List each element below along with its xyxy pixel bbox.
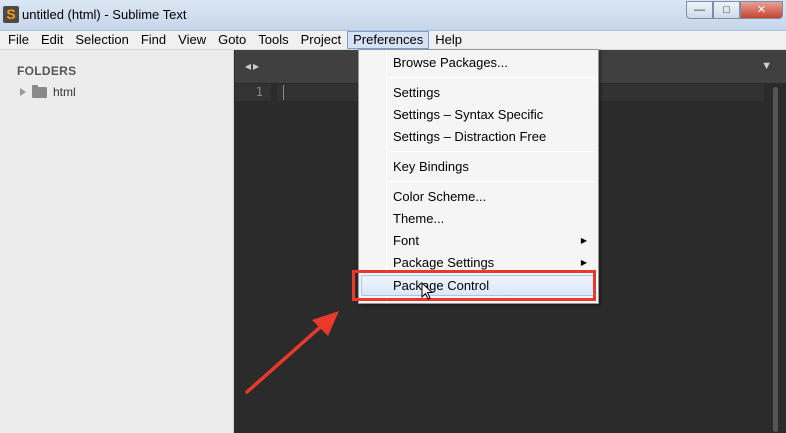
annotation-arrow-icon	[245, 311, 339, 394]
mouse-cursor-icon	[421, 282, 434, 300]
